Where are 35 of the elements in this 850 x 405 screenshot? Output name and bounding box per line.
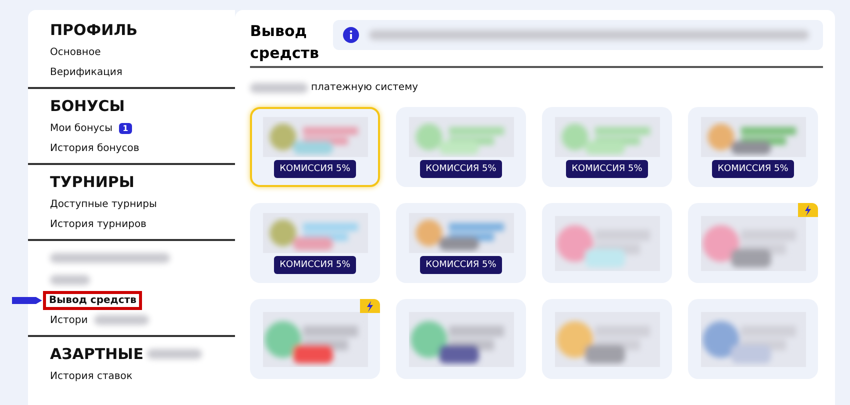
commission-badge: КОМИССИЯ 5%: [566, 160, 648, 178]
section-title: БОНУСЫ: [50, 97, 125, 115]
payment-card[interactable]: [396, 299, 526, 379]
sidebar-item[interactable]: История бонусов: [50, 142, 140, 154]
blurred-text: [250, 82, 308, 92]
payment-card[interactable]: КОМИССИЯ 5%: [250, 107, 380, 187]
payment-card[interactable]: КОМИССИЯ 5%: [250, 203, 380, 283]
sidebar-item[interactable]: Доступные турниры: [50, 198, 157, 210]
arrow-icon: [12, 295, 44, 306]
payment-card[interactable]: КОМИССИЯ 5%: [396, 107, 526, 187]
sidebar-item[interactable]: История турниров: [50, 218, 146, 230]
count-badge: 1: [118, 122, 132, 134]
section-title: ПРОФИЛЬ: [50, 21, 138, 39]
section-title: АЗАРТНЫЕ: [50, 345, 144, 363]
payment-card[interactable]: КОМИССИЯ 5%: [396, 203, 526, 283]
commission-badge: КОМИССИЯ 5%: [274, 160, 356, 178]
payment-card[interactable]: КОМИССИЯ 5%: [688, 107, 818, 187]
payment-card[interactable]: [688, 299, 818, 379]
commission-badge: КОМИССИЯ 5%: [712, 160, 794, 178]
sidebar-item[interactable]: Основное: [50, 46, 101, 58]
sidebar-item[interactable]: Истори: [50, 314, 88, 326]
payment-card[interactable]: [542, 299, 672, 379]
commission-badge: КОМИССИЯ 5%: [420, 256, 502, 274]
sidebar-item[interactable]: История ставок: [50, 370, 132, 382]
sidebar-item[interactable]: Мои бонусы: [50, 122, 113, 134]
commission-badge: КОМИССИЯ 5%: [420, 160, 502, 178]
payment-card[interactable]: КОМИССИЯ 5%: [542, 107, 672, 187]
info-icon: [343, 27, 359, 43]
payment-card[interactable]: [250, 299, 380, 379]
sidebar-item[interactable]: Верификация: [50, 66, 122, 78]
payment-card[interactable]: [688, 203, 818, 283]
commission-badge: КОМИССИЯ 5%: [274, 256, 356, 274]
step-label: платежную систему: [311, 82, 418, 93]
page-title: Вывод средств: [250, 21, 319, 64]
section-title: ТУРНИРЫ: [50, 173, 134, 191]
